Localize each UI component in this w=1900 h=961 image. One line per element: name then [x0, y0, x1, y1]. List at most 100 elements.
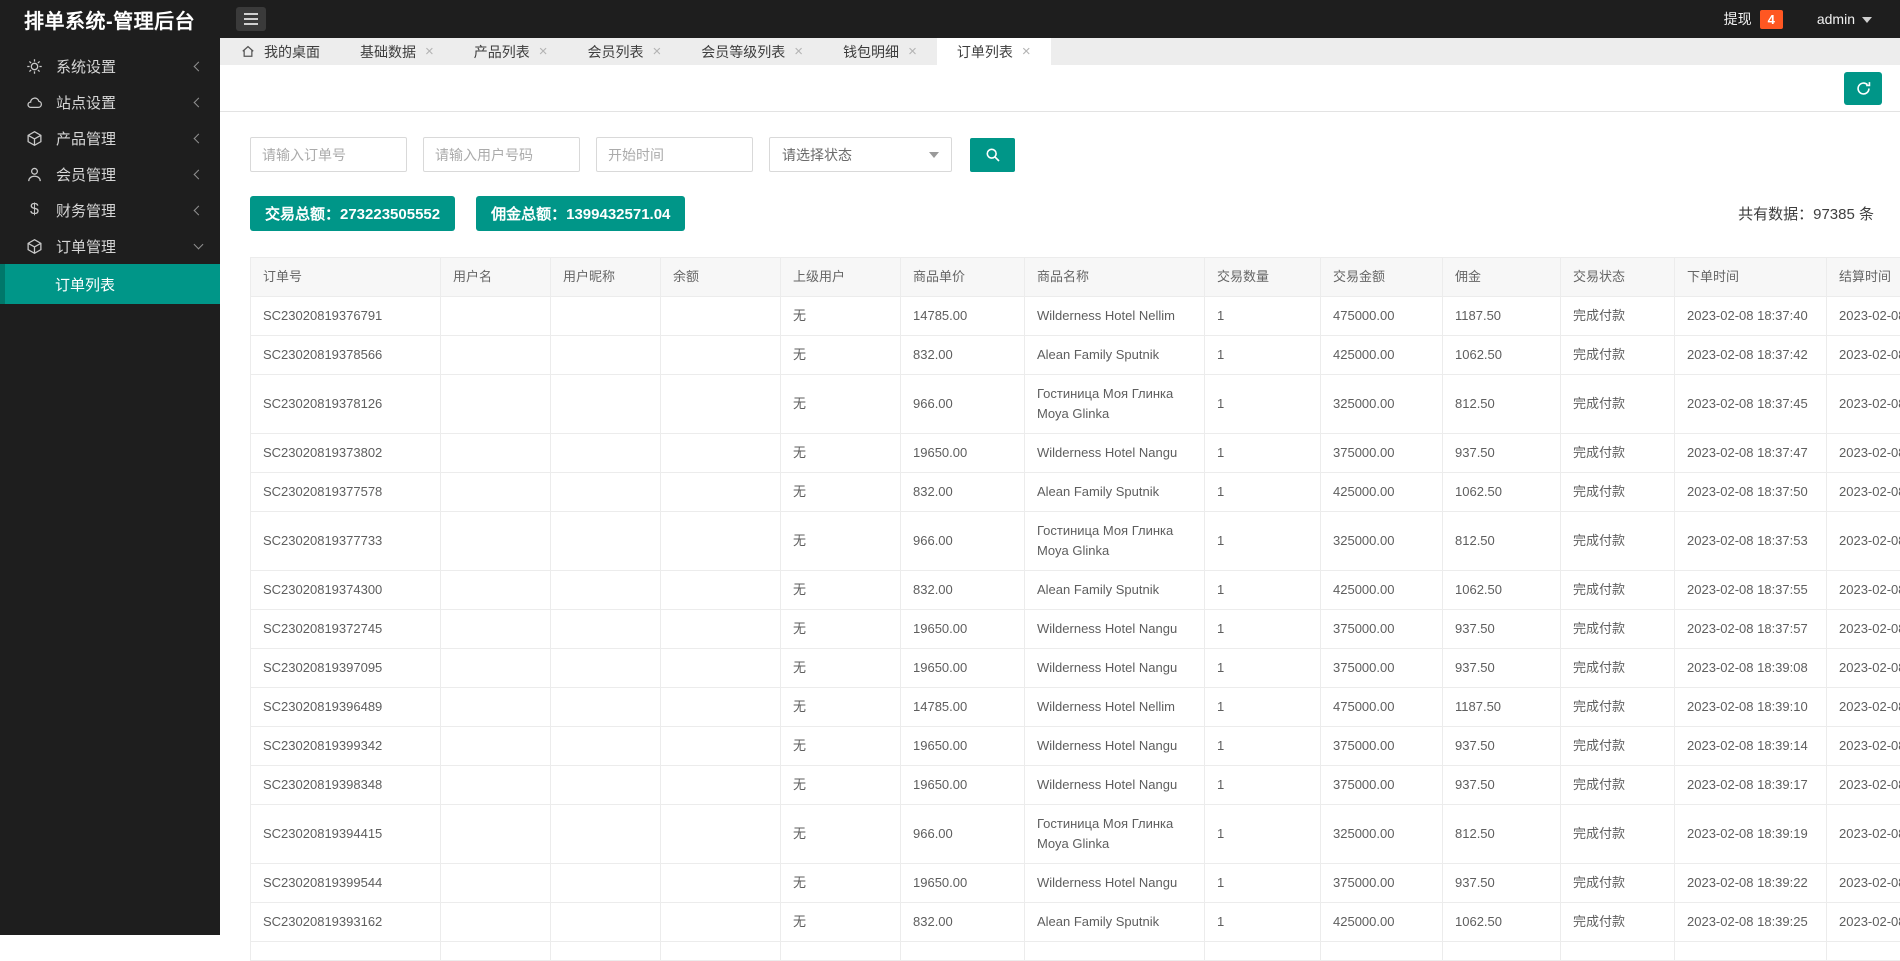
- sidebar-item-会员管理[interactable]: 会员管理: [0, 156, 220, 192]
- sidebar-item-系统设置[interactable]: 系统设置: [0, 48, 220, 84]
- close-icon[interactable]: ×: [425, 44, 434, 59]
- orders-table-wrap: 订单号用户名用户昵称余额上级用户商品单价商品名称交易数量交易金额佣金交易状态下单…: [250, 257, 1878, 961]
- table-row: SC23020819398348无19650.00Wilderness Hote…: [251, 766, 1900, 805]
- sidebar-item-订单管理[interactable]: 订单管理: [0, 228, 220, 264]
- table-cell: [551, 766, 661, 805]
- table-cell: 1: [1205, 336, 1321, 375]
- table-cell: [661, 864, 781, 903]
- table-cell: [551, 297, 661, 336]
- tab-基础数据[interactable]: 基础数据×: [340, 38, 454, 65]
- hamburger-menu-icon[interactable]: [236, 7, 266, 31]
- table-cell: 1: [1205, 512, 1321, 571]
- table-cell: 14785.00: [901, 297, 1025, 336]
- search-icon: [985, 147, 1001, 163]
- table-cell: 937.50: [1443, 610, 1561, 649]
- toolbar: [220, 65, 1900, 112]
- tab-钱包明细[interactable]: 钱包明细 ×: [823, 38, 937, 65]
- column-header-商品名称: 商品名称: [1025, 258, 1205, 297]
- table-cell: 无: [781, 864, 901, 903]
- close-icon[interactable]: ×: [539, 44, 548, 59]
- user-menu[interactable]: admin: [1817, 11, 1872, 27]
- start-time-input[interactable]: [596, 137, 753, 172]
- chevron-down-icon: [1862, 17, 1872, 23]
- withdraw-link[interactable]: 提现 4: [1724, 9, 1783, 29]
- table-row: SC23020819399544无19650.00Wilderness Hote…: [251, 864, 1900, 903]
- table-cell: 无: [781, 512, 901, 571]
- table-cell: [1321, 942, 1443, 961]
- table-cell: [441, 903, 551, 942]
- sidebar-item-产品管理[interactable]: 产品管理: [0, 120, 220, 156]
- table-cell: 2023-02-08 18:39:19: [1675, 805, 1827, 864]
- content: 请选择状态 交易总额：273223505552 佣金总额：1399432571.…: [220, 112, 1900, 961]
- home-icon: [241, 42, 255, 61]
- tab-订单列表[interactable]: 订单列表×: [937, 38, 1051, 65]
- table-cell: 无: [781, 727, 901, 766]
- close-icon[interactable]: ×: [653, 44, 662, 59]
- order-no-input[interactable]: [250, 137, 407, 172]
- table-row: SC23020819399342无19650.00Wilderness Hote…: [251, 727, 1900, 766]
- close-icon[interactable]: ×: [1022, 44, 1031, 59]
- chevron-left-icon: [194, 133, 204, 143]
- table-cell: Wilderness Hotel Nangu: [1025, 610, 1205, 649]
- table-cell: [441, 610, 551, 649]
- table-cell: 2023-02-08 18:37:42: [1675, 336, 1827, 375]
- column-header-商品单价: 商品单价: [901, 258, 1025, 297]
- refresh-button[interactable]: [1844, 72, 1882, 105]
- table-cell: SC23020819377733: [251, 512, 441, 571]
- tab-我的桌面[interactable]: 我的桌面: [221, 38, 340, 65]
- product-cube-icon: [26, 130, 43, 147]
- table-cell: 425000.00: [1321, 571, 1443, 610]
- table-row: SC23020819377733无966.00Гостиница Моя Гли…: [251, 512, 1900, 571]
- table-cell: 2023-02-08 18:37:55: [1675, 571, 1827, 610]
- table-cell: 2023-02-08 18:37:48: [1827, 434, 1900, 473]
- table-cell: 完成付款: [1561, 727, 1675, 766]
- table-cell: 2023-02-08 18:39:17: [1675, 766, 1827, 805]
- tab-bar: 我的桌面基础数据×产品列表×会员列表×会员等级列表×钱包明细×订单列表×: [220, 38, 1900, 65]
- status-select-value: 请选择状态: [782, 145, 852, 165]
- chevron-left-icon: [194, 97, 204, 107]
- sidebar-item-站点设置[interactable]: 站点设置: [0, 84, 220, 120]
- table-cell: 无: [781, 903, 901, 942]
- table-cell: 1: [1205, 375, 1321, 434]
- sidebar-item-财务管理[interactable]: $财务管理: [0, 192, 220, 228]
- table-cell: [551, 473, 661, 512]
- table-cell: 375000.00: [1321, 610, 1443, 649]
- table-cell: SC23020819377578: [251, 473, 441, 512]
- table-cell: 2023-02-08 18:39:18: [1827, 766, 1900, 805]
- tab-label: 钱包明细: [843, 42, 899, 62]
- sidebar-menu-list: 系统设置站点设置产品管理会员管理$财务管理订单管理: [0, 38, 220, 264]
- table-cell: Wilderness Hotel Nangu: [1025, 649, 1205, 688]
- tab-会员等级列表[interactable]: 会员等级列表×: [681, 38, 823, 65]
- table-cell: 812.50: [1443, 805, 1561, 864]
- table-cell: 2023-02-08 18:37:53: [1675, 512, 1827, 571]
- table-cell: 425000.00: [1321, 473, 1443, 512]
- table-cell: 2023-02-08 18:39:14: [1675, 727, 1827, 766]
- table-cell: 1: [1205, 473, 1321, 512]
- table-row: SC23020819374300无832.00Alean Family Sput…: [251, 571, 1900, 610]
- table-cell: 325000.00: [1321, 805, 1443, 864]
- table-cell: SC23020819376791: [251, 297, 441, 336]
- table-cell: 完成付款: [1561, 610, 1675, 649]
- status-select[interactable]: 请选择状态: [769, 137, 952, 172]
- table-cell: 完成付款: [1561, 766, 1675, 805]
- close-icon[interactable]: ×: [794, 44, 803, 59]
- tab-产品列表[interactable]: 产品列表×: [454, 38, 568, 65]
- tab-会员列表[interactable]: 会员列表×: [568, 38, 682, 65]
- table-cell: 无: [781, 434, 901, 473]
- table-cell: [551, 434, 661, 473]
- search-button[interactable]: [970, 138, 1015, 172]
- table-cell: 2023-02-08 18:37:52: [1827, 473, 1900, 512]
- user-no-input[interactable]: [423, 137, 580, 172]
- table-cell: 2023-02-08 18:37:43: [1827, 336, 1900, 375]
- sidebar-item-order-list[interactable]: 订单列表: [0, 264, 220, 304]
- table-cell: [441, 766, 551, 805]
- table-cell: 325000.00: [1321, 512, 1443, 571]
- table-cell: 475000.00: [1321, 297, 1443, 336]
- table-row: SC23020819373802无19650.00Wilderness Hote…: [251, 434, 1900, 473]
- table-cell: [441, 336, 551, 375]
- table-cell: 475000.00: [1321, 688, 1443, 727]
- withdraw-label: 提现: [1724, 9, 1752, 29]
- table-cell: [661, 473, 781, 512]
- close-icon[interactable]: ×: [908, 44, 917, 59]
- table-cell: 2023-02-08 18:37:45: [1675, 375, 1827, 434]
